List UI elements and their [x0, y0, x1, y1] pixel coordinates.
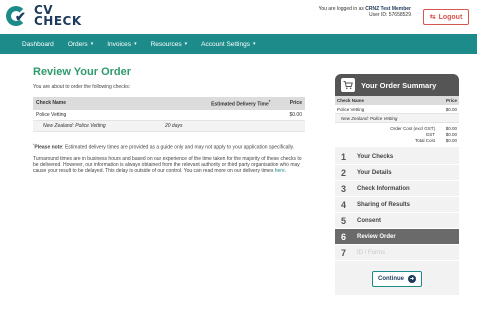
table-row: Police Vetting $0.00 — [33, 109, 305, 121]
review-order-panel: Review Your Order You are about to order… — [33, 66, 305, 174]
cvcheck-logo[interactable]: ✔ CV CHECK — [6, 4, 82, 28]
cost-breakdown: Order Cost (excl GST) $0.00 GST $0.00 Tota… — [335, 123, 459, 147]
summary-header-row: Check Name Price — [335, 96, 459, 105]
chevron-down-icon: ▾ — [134, 41, 137, 47]
nav-account-settings[interactable]: Account Settings ▾ — [201, 41, 255, 48]
col-price: Price — [273, 97, 305, 110]
delivery-note: *Please note: Estimated delivery times a… — [33, 142, 295, 151]
table-header-row: Check Name Estimated Delivery Time* Pric… — [33, 97, 305, 110]
summary-title: Your Order Summary — [361, 80, 437, 90]
order-summary: Your Order Summary Check Name Price Poli… — [335, 74, 459, 295]
arrow-right-icon: ➜ — [408, 275, 416, 283]
summary-header: Your Order Summary — [335, 74, 459, 96]
chevron-down-icon: ▾ — [184, 41, 188, 47]
step-your-details[interactable]: 2 Your Details — [335, 165, 459, 181]
nav-orders[interactable]: Orders ▾ — [68, 41, 93, 48]
intro-text: You are about to order the following che… — [33, 84, 131, 90]
login-info: You are logged in as CRNZ Test Member Us… — [318, 6, 411, 18]
step-your-checks[interactable]: 1 Your Checks — [335, 149, 459, 165]
logout-icon: ⇆ — [429, 14, 436, 21]
page-title: Review Your Order — [33, 66, 132, 78]
step-review-order[interactable]: 6 Review Order — [335, 229, 459, 245]
chevron-down-icon: ▾ — [252, 41, 256, 47]
delivery-times-link[interactable]: here — [275, 168, 285, 174]
step-consent[interactable]: 5 Consent — [335, 213, 459, 229]
table-row: Police Vetting $0.00 — [335, 105, 459, 114]
step-sharing-of-results[interactable]: 4 Sharing of Results — [335, 197, 459, 213]
cart-icon — [341, 78, 355, 92]
continue-area: Continue ➜ — [335, 265, 459, 295]
step-id-forms: 7 ID / Forms — [335, 245, 459, 261]
turnaround-text: Turnaround times are in business hours a… — [33, 156, 302, 175]
step-check-information[interactable]: 3 Check Information — [335, 181, 459, 197]
table-row: New Zealand: Police Vetting — [335, 113, 459, 123]
checks-table: Check Name Estimated Delivery Time* Pric… — [33, 97, 305, 132]
nav-resources[interactable]: Resources ▾ — [151, 41, 188, 48]
logo-text: CV CHECK — [34, 3, 82, 28]
logo-mark-icon: ✔ — [6, 4, 30, 28]
nav-dashboard[interactable]: Dashboard — [22, 41, 54, 48]
logout-button[interactable]: ⇆ Logout — [423, 9, 469, 25]
chevron-down-icon: ▾ — [90, 41, 94, 47]
main-nav: Dashboard Orders ▾ Invoices ▾ Resources ▾ A… — [0, 34, 477, 54]
summary-table: Check Name Price Police Vetting $0.00 Ne… — [335, 96, 459, 123]
cost-total: Total Cost $0.00 — [414, 138, 457, 143]
header: ✔ CV CHECK You are logged in as CRNZ Tes… — [0, 0, 477, 32]
order-steps: 1 Your Checks 2 Your Details 3 Check Inform… — [335, 147, 459, 265]
nav-invoices[interactable]: Invoices ▾ — [107, 41, 136, 48]
col-check-name: Check Name — [33, 97, 162, 110]
col-delivery: Estimated Delivery Time* — [161, 97, 274, 110]
continue-button[interactable]: Continue ➜ — [372, 271, 422, 287]
table-row: New Zealand: Police Vetting 20 days — [33, 120, 305, 132]
